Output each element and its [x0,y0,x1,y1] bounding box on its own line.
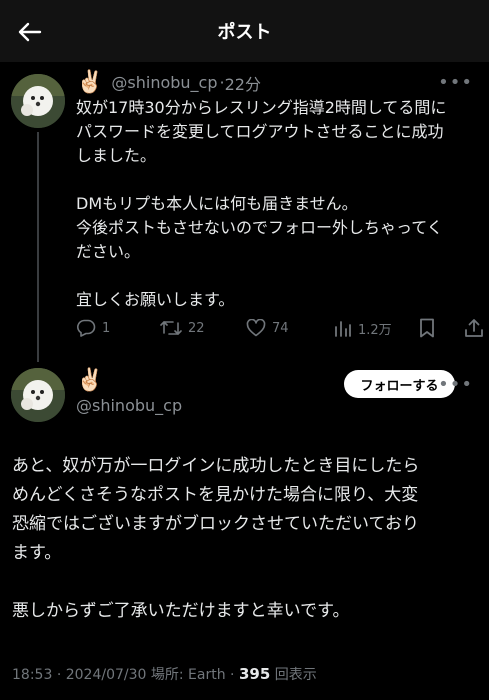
like-button[interactable]: 74 [246,319,289,337]
view-count: 1.2万 [358,322,392,338]
author-handle[interactable]: @shinobu_cp [76,396,182,415]
reply-button[interactable]: 1 [76,319,110,337]
more-options-icon[interactable]: ••• [438,374,473,395]
post-line: DMもリプも本人には何も届きません。 [76,194,358,213]
bookmark-icon [420,318,434,338]
repost-count: 22 [188,320,205,336]
post-line: 悪しからずご了承いただけますと幸いです。 [12,601,350,621]
like-count: 74 [272,320,289,336]
share-button[interactable] [464,318,484,338]
post-time: 18:53 [12,667,53,683]
avatar[interactable] [11,74,65,128]
repost-button[interactable]: 22 [160,319,205,337]
heart-icon [246,319,266,337]
author-handle[interactable]: @shinobu_cp [111,73,217,92]
post-line: ださい。 [76,242,141,261]
post-location[interactable]: 場所: Earth [151,667,226,683]
post-line: パスワードを変更してログアウトさせることに成功 [76,122,444,141]
bookmark-button[interactable] [419,318,435,338]
post-line: あと、奴が万が一ログインに成功したとき目にしたら [12,456,420,476]
author-emoji: ✌🏻 [76,368,104,393]
views-chart-icon [335,321,351,337]
post-body: あと、奴が万が一ログインに成功したとき目にしたら めんどくさそうなポストを見かけ… [12,452,484,626]
post-actions: 1 22 74 1.2万 [76,316,486,340]
reply-count: 1 [102,320,111,336]
thread-connector-line [37,132,39,362]
post-body: 奴が17時30分からレスリング指導2時間してる間に パスワードを変更してログアウ… [76,96,481,312]
post-line: ます。 [12,543,62,563]
post-meta: 18:53 · 2024/07/30 場所: Earth · 395 回表示 [12,665,317,683]
reply-icon [77,319,96,337]
post-line: 恐縮ではございますがブロックさせていただいており [12,514,419,534]
post-line: 奴が17時30分からレスリング指導2時間してる間に [76,98,447,117]
post-author-line: ✌🏻 @shinobu_cp · 22分 [76,70,261,95]
post-line: しました。 [76,146,157,165]
post-time: 22分 [224,74,261,94]
post-line: 宜しくお願いします。 [76,290,235,309]
more-options-icon[interactable]: ••• [438,72,473,93]
avatar[interactable] [11,368,65,422]
repost-icon [160,321,182,335]
post-date: 2024/07/30 [65,667,147,683]
post-line: めんどくさそうなポストを見かけた場合に限り、大変 [12,485,419,505]
page-title: ポスト [217,22,272,43]
share-icon [465,319,483,337]
top-bar: ポスト [0,0,489,62]
views-label: 回表示 [274,667,317,683]
view-count: 395 [238,665,271,683]
post-line: 今後ポストもさせないのでフォロー外しちゃってく [76,218,443,237]
views-button[interactable]: 1.2万 [334,319,392,338]
author-emoji: ✌🏻 [76,70,104,95]
